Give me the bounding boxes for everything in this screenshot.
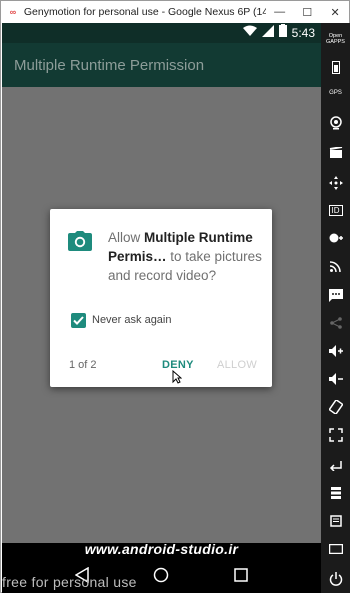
permission-message: Allow Multiple Runtime Permis… to take p…	[108, 230, 262, 283]
minimize-button[interactable]: —	[266, 1, 294, 23]
gps-widget-icon[interactable]: GPS	[321, 83, 350, 103]
battery-icon	[278, 24, 287, 42]
never-ask-checkbox[interactable]	[71, 313, 86, 328]
emulator-window: ∞ Genymotion for personal use - Google N…	[0, 0, 350, 593]
menu-side-icon[interactable]	[321, 511, 350, 531]
app-title: Multiple Runtime Permission	[14, 56, 205, 74]
disk-io-icon[interactable]	[321, 228, 350, 248]
permission-counter: 1 of 2	[69, 359, 97, 371]
sms-widget-icon[interactable]	[321, 285, 350, 305]
share-icon[interactable]	[321, 313, 350, 333]
recents-icon[interactable]	[229, 563, 253, 587]
status-bar: 5:43	[2, 23, 321, 43]
watermark-text: www.android-studio.ir	[84, 541, 239, 557]
app-bar: Multiple Runtime Permission	[2, 43, 321, 87]
camera-icon	[68, 231, 92, 256]
battery-widget-icon[interactable]	[321, 57, 350, 77]
allow-button[interactable]: ALLOW	[217, 359, 257, 371]
mouse-cursor-icon	[172, 369, 183, 389]
remote-control-icon[interactable]	[321, 173, 350, 193]
home-side-icon[interactable]	[321, 539, 350, 559]
volume-down-icon[interactable]	[321, 369, 350, 389]
genymotion-logo-icon: ∞	[9, 7, 17, 17]
volume-up-icon[interactable]	[321, 341, 350, 361]
home-icon[interactable]	[149, 563, 173, 587]
back-side-icon[interactable]	[321, 455, 350, 475]
opengapps-button[interactable]: Open GAPPS	[321, 29, 350, 49]
network-widget-icon[interactable]	[321, 256, 350, 276]
device-screen: 5:43 Multiple Runtime Permission Allow M…	[2, 23, 321, 593]
webcam-widget-icon[interactable]	[321, 113, 350, 133]
genymotion-side-panel: Open GAPPS GPS ID	[321, 23, 350, 593]
personal-use-label: free for personal use	[2, 574, 137, 590]
window-title: Genymotion for personal use - Google Nex…	[23, 6, 266, 18]
never-ask-label[interactable]: Never ask again	[92, 314, 172, 326]
permission-dialog: Allow Multiple Runtime Permis… to take p…	[50, 209, 272, 387]
wifi-icon	[242, 24, 257, 42]
power-icon[interactable]	[321, 569, 350, 589]
identifiers-widget-icon[interactable]: ID	[321, 200, 350, 220]
screencast-widget-icon[interactable]	[321, 143, 350, 163]
window-titlebar: ∞ Genymotion for personal use - Google N…	[1, 1, 349, 23]
close-button[interactable]: ✕	[321, 1, 349, 23]
fullscreen-icon[interactable]	[321, 425, 350, 445]
maximize-button[interactable]: ☐	[293, 1, 321, 23]
signal-icon	[261, 24, 274, 42]
recent-apps-side-icon[interactable]	[321, 483, 350, 503]
rotate-icon[interactable]	[321, 397, 350, 417]
status-time: 5:43	[291, 26, 315, 40]
